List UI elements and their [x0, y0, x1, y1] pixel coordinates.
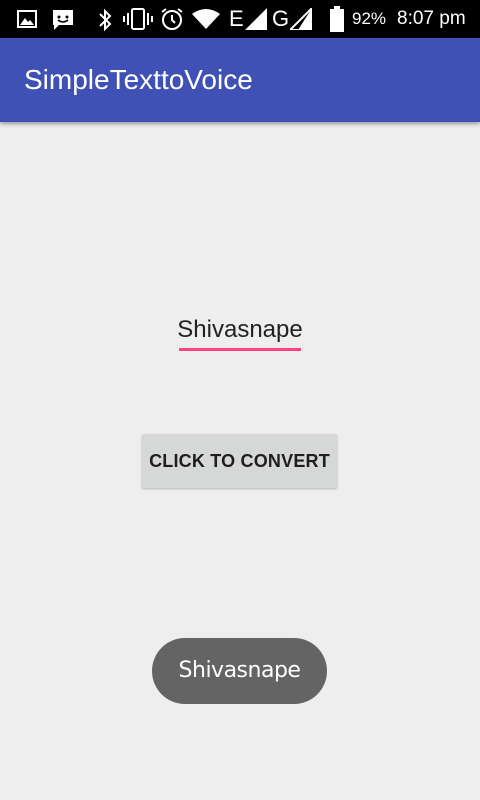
bluetooth-icon: [99, 8, 112, 32]
text-input[interactable]: Shivasnape: [150, 313, 330, 347]
convert-button[interactable]: CLICK TO CONVERT: [142, 434, 337, 488]
status-bar: E G 92% 8:07 pm: [0, 0, 480, 38]
clock-time: 8:07 pm: [397, 8, 466, 29]
vibrate-icon: [123, 8, 153, 30]
image-icon: [17, 10, 37, 28]
signal-icon: [245, 8, 267, 30]
network-type-e: E: [229, 6, 244, 31]
app-title: SimpleTexttoVoice: [24, 64, 253, 95]
text-input-underline: [179, 348, 301, 351]
app-bar: SimpleTexttoVoice: [0, 38, 480, 122]
battery-icon: [330, 6, 344, 32]
network-type-g: G: [272, 6, 290, 31]
wifi-icon: [192, 9, 220, 29]
message-icon: [53, 10, 73, 30]
battery-percent: 92%: [352, 9, 387, 28]
toast-message: Shivasnape: [152, 638, 327, 704]
alarm-icon: [161, 8, 183, 30]
signal-icon: [290, 8, 312, 30]
